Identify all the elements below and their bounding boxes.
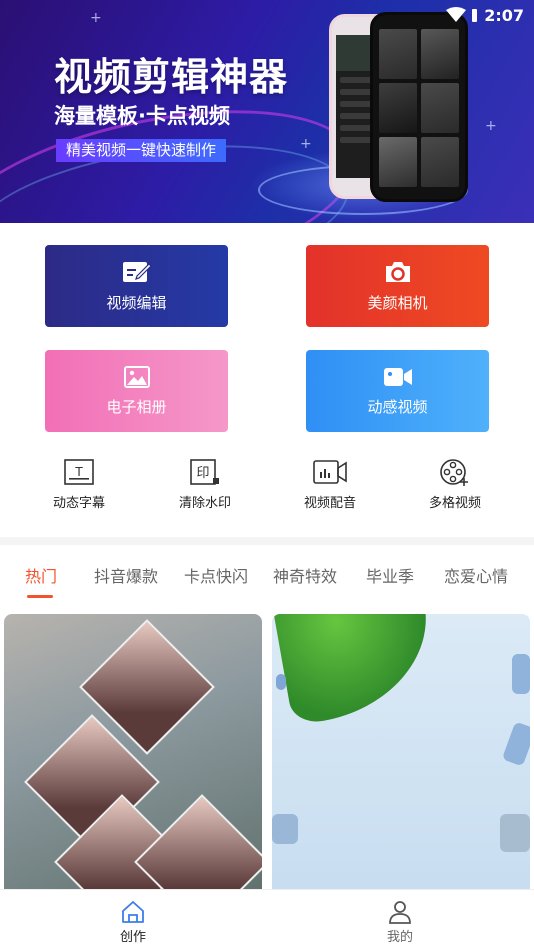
watermark-icon: 印 [190,459,219,485]
status-time: 2:07 [484,5,524,25]
card-thumbnail [272,614,442,727]
battery-icon [472,9,478,22]
camera-icon [385,261,410,282]
nav-create-label: 创作 [119,930,146,945]
tab-douyin-hits[interactable]: 抖音爆款 [94,563,158,587]
motion-video-label: 动感视频 [367,397,428,416]
svg-text:T: T [74,465,83,479]
multi-grid-video-button[interactable]: 多格视频 [405,458,505,511]
video-dubbing-label: 视频配音 [303,496,356,511]
motion-video-button[interactable]: 动感视频 [306,350,489,432]
video-camera-icon [383,367,412,386]
puzzle-piece [500,814,530,852]
user-icon [389,901,411,924]
edit-icon [122,261,152,282]
beauty-camera-button[interactable]: 美颜相机 [306,245,489,327]
photo-album-label: 电子相册 [106,397,167,416]
video-edit-button[interactable]: 视频编辑 [45,245,228,327]
nav-mine[interactable]: 我的 [360,900,440,945]
film-reel-icon [440,459,468,486]
puzzle-piece [272,814,298,844]
tab-beat-flash[interactable]: 卡点快闪 [184,563,248,587]
remove-watermark-label: 清除水印 [178,496,231,511]
dynamic-subtitles-button[interactable]: T 动态字幕 [29,458,129,511]
sparkle-icon: + [90,10,102,26]
beauty-camera-label: 美颜相机 [367,293,428,312]
video-edit-label: 视频编辑 [106,293,167,312]
banner-tagline: 精美视频一键快速制作 [56,139,227,162]
promo-banner[interactable]: + + + + 视频剪辑神器 海量模板·卡点视频 精美视频一键快速制作 [0,0,534,223]
active-tab-indicator [27,595,53,598]
puzzle-piece [276,674,286,690]
tab-magic-effects[interactable]: 神奇特效 [273,563,337,587]
dubbing-icon [313,460,347,484]
bottom-navigation: 创作 我的 [0,889,534,949]
multi-grid-video-label: 多格视频 [428,496,481,511]
banner-title: 视频剪辑神器 [54,55,289,99]
status-bar: 2:07 [446,4,524,26]
wifi-icon [446,7,467,22]
tab-hot[interactable]: 热门 [25,563,57,587]
section-divider [0,537,534,545]
dynamic-subtitles-label: 动态字幕 [52,496,105,511]
subtitles-icon: T [64,459,94,485]
category-tabs: 热门 抖音爆款 卡点快闪 神奇特效 毕业季 恋爱心情 [0,545,534,600]
tab-graduation[interactable]: 毕业季 [366,563,414,587]
remove-watermark-button[interactable]: 印 清除水印 [155,458,255,511]
home-icon [122,901,144,923]
puzzle-piece [501,721,530,767]
image-icon [123,365,150,388]
sparkle-icon: + [300,136,312,152]
sparkle-icon: + [485,118,497,134]
nav-mine-label: 我的 [386,930,413,945]
svg-text:印: 印 [196,466,209,481]
template-card[interactable] [4,614,262,904]
video-dubbing-button[interactable]: 视频配音 [280,458,380,511]
phone-mockup [370,12,468,202]
tab-love-mood[interactable]: 恋爱心情 [444,563,508,587]
banner-subtitle: 海量模板·卡点视频 [54,104,230,128]
puzzle-piece [512,654,530,694]
template-card[interactable] [272,614,530,904]
nav-create[interactable]: 创作 [93,900,173,945]
photo-album-button[interactable]: 电子相册 [45,350,228,432]
